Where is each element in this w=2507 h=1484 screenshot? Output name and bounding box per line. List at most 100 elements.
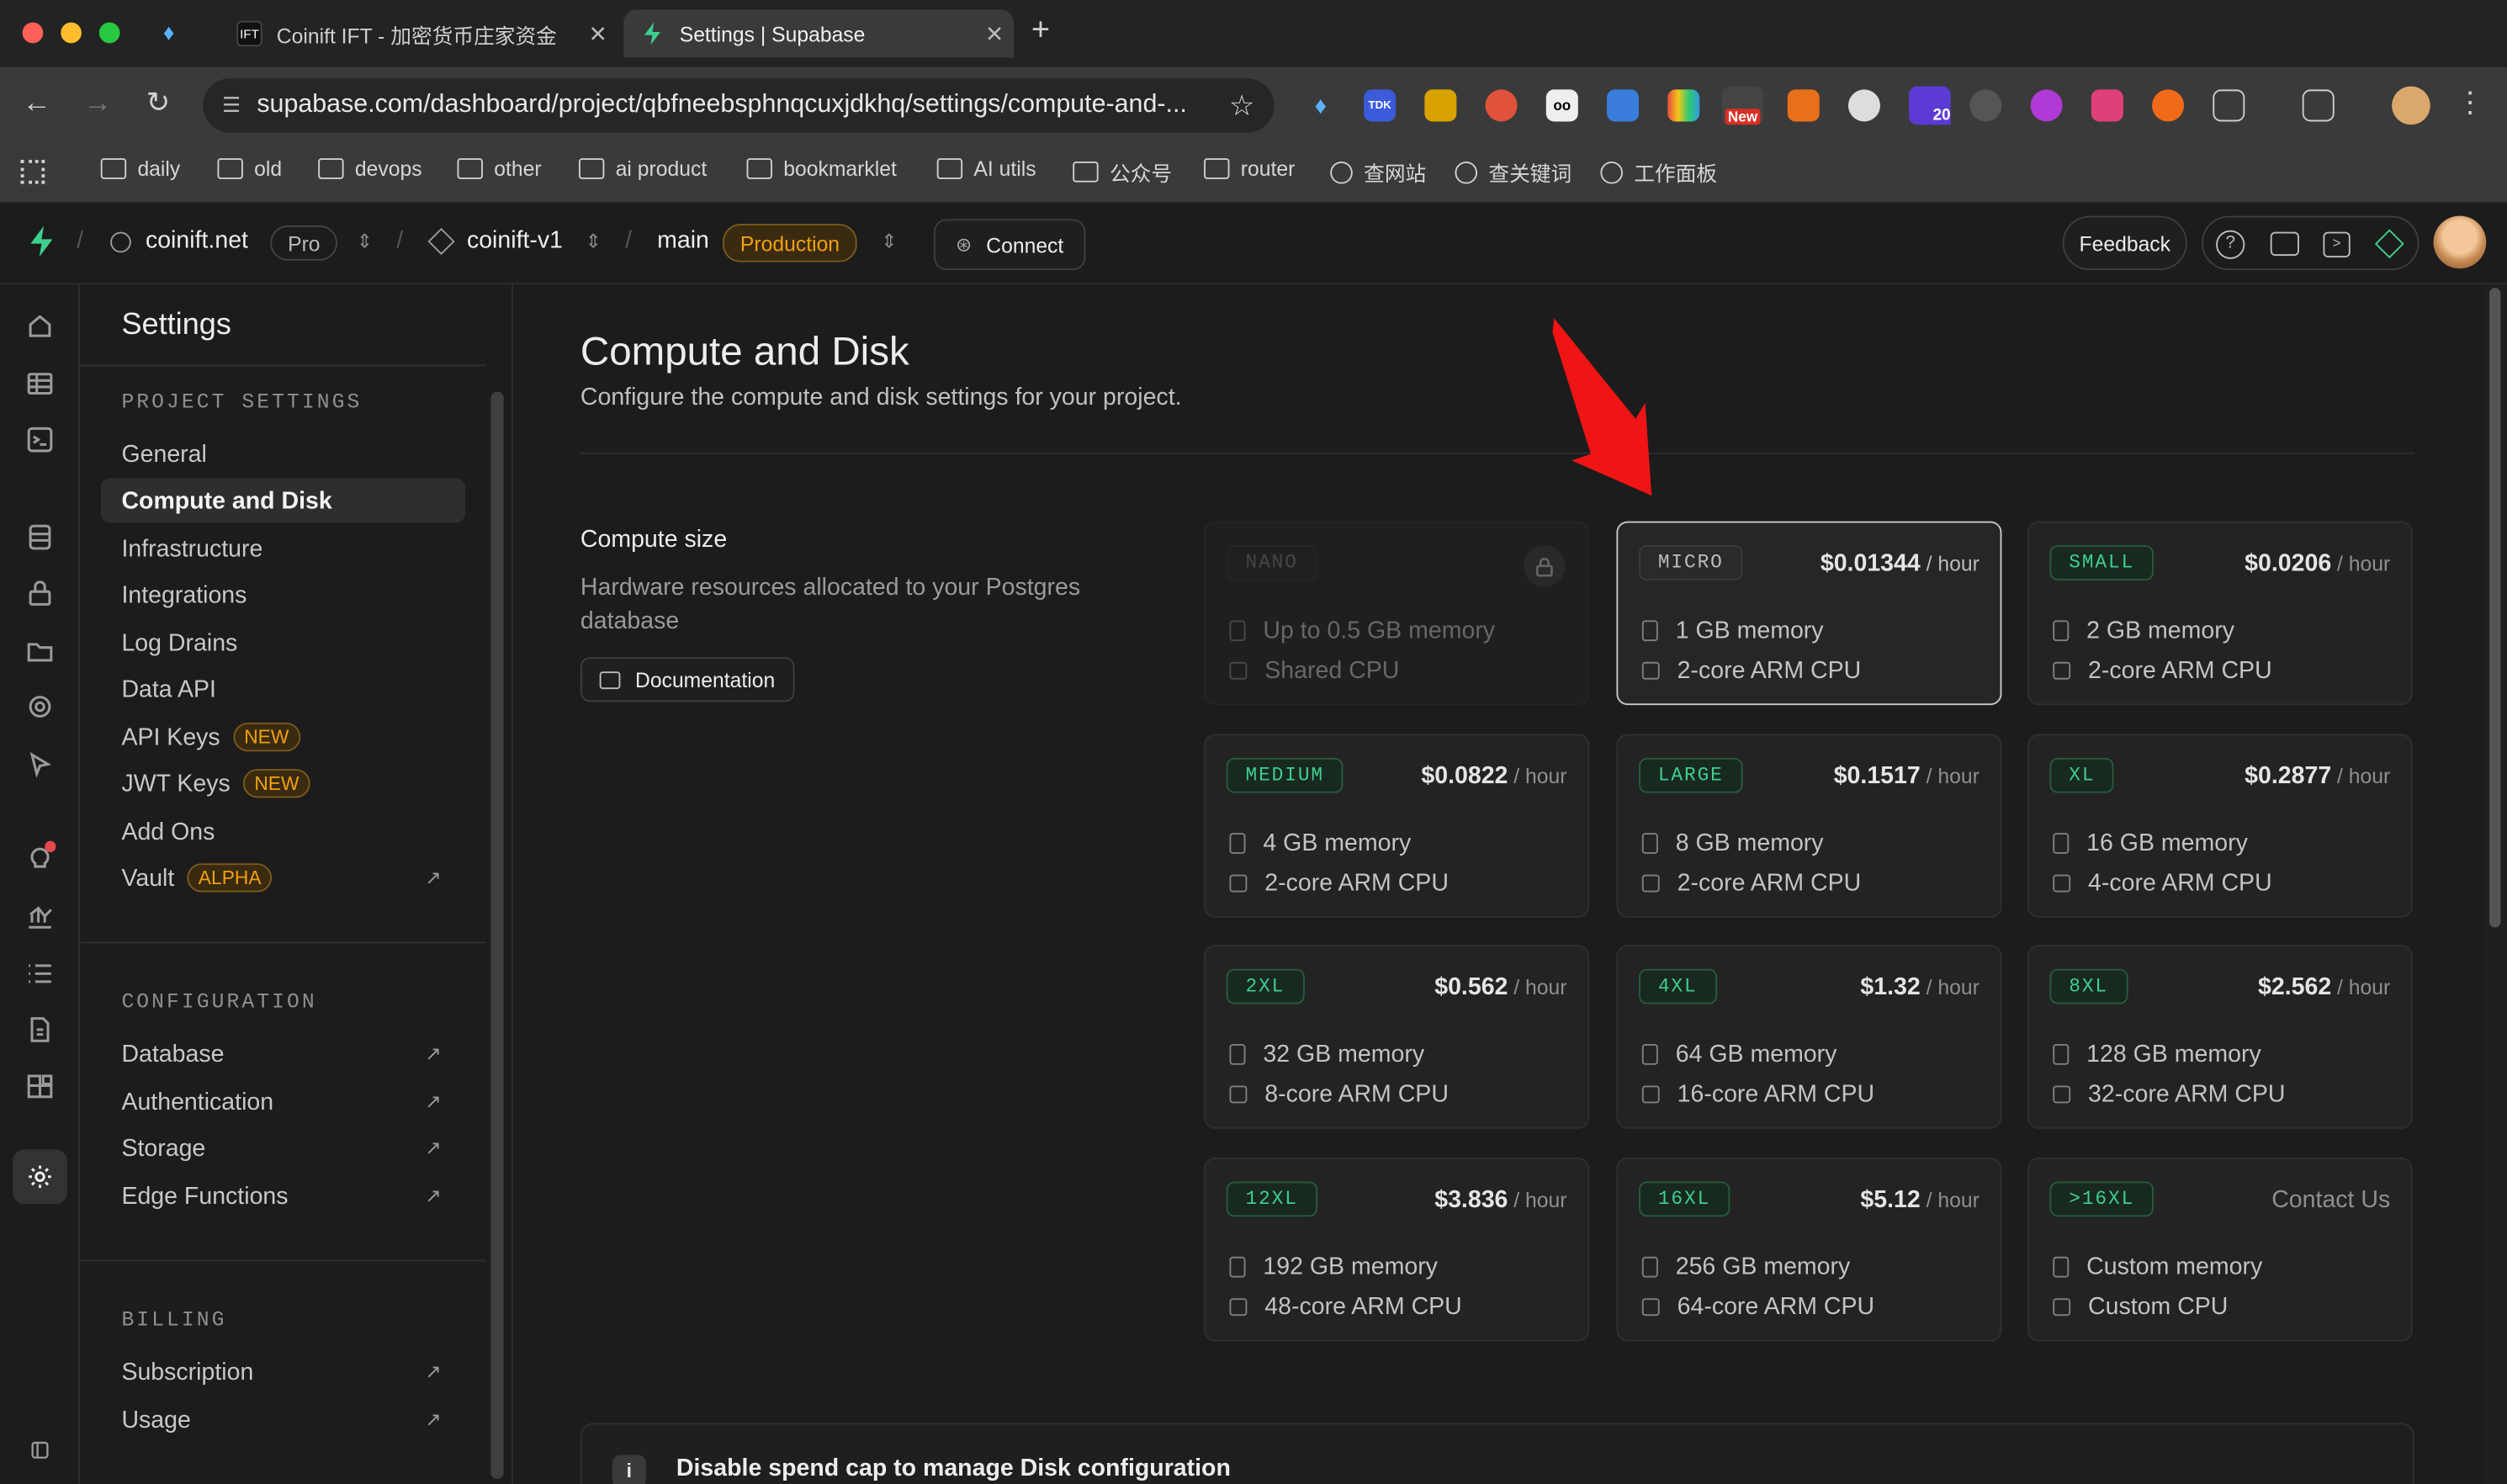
new-tab-button[interactable]: +	[1031, 13, 1050, 50]
storage-icon[interactable]	[24, 634, 56, 666]
puzzle-orange-extension-icon[interactable]	[1787, 89, 1820, 122]
pinned-tab-icon[interactable]: ♦	[163, 19, 188, 45]
feedback-button[interactable]: Feedback	[2062, 215, 2187, 271]
branch-name[interactable]: main	[657, 227, 709, 254]
arrow-extension-icon[interactable]	[2152, 89, 2185, 122]
bookmark-folder[interactable]: 公众号	[1073, 156, 1172, 187]
compute-tier-card[interactable]: 8XL $2.562 / hour 128 GB memory 32-core ARM…	[2027, 945, 2413, 1129]
menu-item-general[interactable]: General	[101, 432, 465, 476]
advisors-bulb-icon[interactable]	[24, 840, 56, 875]
collapse-sidebar-icon[interactable]	[24, 1434, 56, 1466]
user-avatar[interactable]	[2433, 215, 2487, 269]
menu-item-infrastructure[interactable]: Infrastructure	[101, 526, 465, 570]
profile-avatar[interactable]	[2392, 86, 2430, 125]
back-icon[interactable]: ←	[18, 87, 56, 120]
project-switcher-chevron-icon[interactable]: ⇕	[586, 231, 602, 253]
address-bar[interactable]: ☰ supabase.com/dashboard/project/qbfneeb…	[203, 78, 1275, 133]
menu-item-log-drains[interactable]: Log Drains	[101, 620, 465, 665]
bookmark-folder[interactable]: bookmarklet	[746, 156, 897, 181]
gem-extension-icon[interactable]: ♦	[1305, 89, 1337, 121]
menu-item-add-ons[interactable]: Add Ons	[101, 809, 465, 854]
menu-item-jwt-keys[interactable]: JWT Keys NEW	[101, 761, 465, 806]
bookmark-link[interactable]: 查网站	[1330, 156, 1426, 187]
sidepanel-icon[interactable]	[2302, 89, 2335, 122]
project-name[interactable]: coinift-v1	[467, 227, 563, 254]
realtime-icon[interactable]	[24, 691, 56, 723]
menu-kebab-icon[interactable]: ⋮	[2451, 87, 2489, 120]
bookmark-folder[interactable]: AI utils	[936, 156, 1036, 181]
help-icon[interactable]: ?	[2216, 230, 2245, 259]
settings-gear-icon[interactable]	[24, 1161, 56, 1193]
close-tab-icon[interactable]: ✕	[975, 20, 1014, 47]
sql-editor-icon[interactable]	[24, 424, 56, 456]
compute-tier-card[interactable]: MEDIUM $0.0822 / hour 4 GB memory 2-core AR…	[1204, 734, 1590, 918]
sidebar-scrollbar[interactable]	[490, 391, 504, 1479]
film-extension-icon[interactable]	[1485, 89, 1518, 122]
apps-grid-icon[interactable]	[20, 160, 45, 184]
menu-item-vault[interactable]: Vault ALPHA ↗	[101, 856, 465, 900]
inbox-icon[interactable]	[2270, 231, 2299, 257]
bookmark-folder[interactable]: ai product	[578, 156, 707, 181]
database-icon[interactable]	[24, 522, 56, 554]
compute-tier-card[interactable]: LARGE $0.1517 / hour 8 GB memory 2-core ARM…	[1616, 734, 2002, 918]
scrollbar-thumb[interactable]	[2489, 288, 2501, 928]
page-scrollbar[interactable]	[2484, 284, 2507, 1484]
menu-item-subscription[interactable]: Subscription ↗	[101, 1349, 465, 1394]
forward-icon[interactable]: →	[78, 87, 117, 120]
documentation-button[interactable]: Documentation	[580, 657, 795, 702]
counter-extension-icon[interactable]: 20	[1909, 86, 1951, 125]
brain-extension-icon[interactable]	[2030, 89, 2063, 122]
minimize-window-dot[interactable]	[61, 22, 82, 44]
compute-tier-card[interactable]: 12XL $3.836 / hour 192 GB memory 48-core AR…	[1204, 1157, 1590, 1342]
translate-extension-icon[interactable]	[2091, 89, 2123, 122]
compute-tier-card[interactable]: 2XL $0.562 / hour 32 GB memory 8-core ARM C…	[1204, 945, 1590, 1129]
home-icon[interactable]	[24, 310, 56, 342]
edge-functions-icon[interactable]	[24, 748, 56, 780]
table-editor-icon[interactable]	[24, 368, 56, 400]
glasses-extension-icon[interactable]: oo	[1545, 89, 1578, 122]
menu-item-compute-and-disk[interactable]: Compute and Disk	[100, 478, 466, 523]
doc-extension-icon[interactable]	[1607, 89, 1640, 122]
close-window-dot[interactable]	[22, 22, 44, 44]
auth-lock-icon[interactable]	[24, 577, 56, 609]
tab-coinift[interactable]: IFT Coinift IFT - 加密货币庄家资金 ✕	[220, 9, 617, 57]
compute-tier-card[interactable]: 4XL $1.32 / hour 64 GB memory 16-core ARM C…	[1616, 945, 2002, 1129]
menu-item-edge-functions[interactable]: Edge Functions ↗	[101, 1174, 465, 1218]
menu-item-usage[interactable]: Usage ↗	[101, 1397, 465, 1442]
bookmark-folder[interactable]: devops	[318, 156, 422, 181]
close-tab-icon[interactable]: ✕	[579, 20, 617, 47]
extensions-puzzle-icon[interactable]	[2213, 89, 2245, 122]
org-switcher-chevron-icon[interactable]: ⇕	[357, 231, 373, 253]
compute-tier-card[interactable]: SMALL $0.0206 / hour 2 GB memory 2-core ARM…	[2027, 521, 2413, 706]
tab-supabase-settings[interactable]: Settings | Supabase ✕	[623, 9, 1014, 58]
bookmark-folder[interactable]: daily	[100, 156, 180, 181]
maximize-window-dot[interactable]	[98, 22, 120, 44]
terminal-icon[interactable]: >	[2323, 231, 2351, 257]
bookmark-folder[interactable]: old	[217, 156, 282, 181]
menu-item-database[interactable]: Database ↗	[101, 1031, 465, 1076]
menu-item-integrations[interactable]: Integrations	[101, 572, 465, 617]
tdk-extension-icon[interactable]: TDK	[1364, 89, 1397, 122]
new-badge-extension-icon[interactable]: New	[1721, 86, 1764, 125]
ruler-extension-icon[interactable]	[1424, 89, 1457, 122]
bookmark-folder[interactable]: other	[457, 156, 542, 181]
reload-icon[interactable]: ↻	[139, 87, 178, 120]
connect-button[interactable]: ⊛ Connect	[933, 219, 1086, 271]
bookmark-link[interactable]: 查关键词	[1455, 156, 1572, 187]
site-settings-icon[interactable]: ☰	[222, 93, 241, 118]
menu-item-data-api[interactable]: Data API	[101, 667, 465, 712]
cloud-extension-icon[interactable]	[1847, 89, 1880, 122]
logs-icon[interactable]	[24, 957, 56, 989]
ai-assistant-icon[interactable]	[2374, 229, 2404, 259]
bookmark-link[interactable]: 工作面板	[1600, 156, 1717, 187]
compute-tier-card[interactable]: >16XL Contact Us Custom memory Custom CPU	[2027, 1157, 2413, 1342]
compute-tier-card[interactable]: MICRO $0.01344 / hour 1 GB memory 2-core AR…	[1616, 521, 2002, 706]
bookmark-star-icon[interactable]: ☆	[1229, 88, 1255, 122]
bookmark-folder[interactable]: router	[1204, 156, 1295, 181]
menu-item-authentication[interactable]: Authentication ↗	[101, 1079, 465, 1124]
reports-icon[interactable]	[24, 900, 56, 932]
org-name[interactable]: coinift.net	[146, 227, 248, 254]
color-extension-icon[interactable]	[1667, 89, 1700, 122]
integrations-icon[interactable]	[24, 1071, 56, 1103]
supabase-logo-icon[interactable]	[24, 224, 60, 267]
